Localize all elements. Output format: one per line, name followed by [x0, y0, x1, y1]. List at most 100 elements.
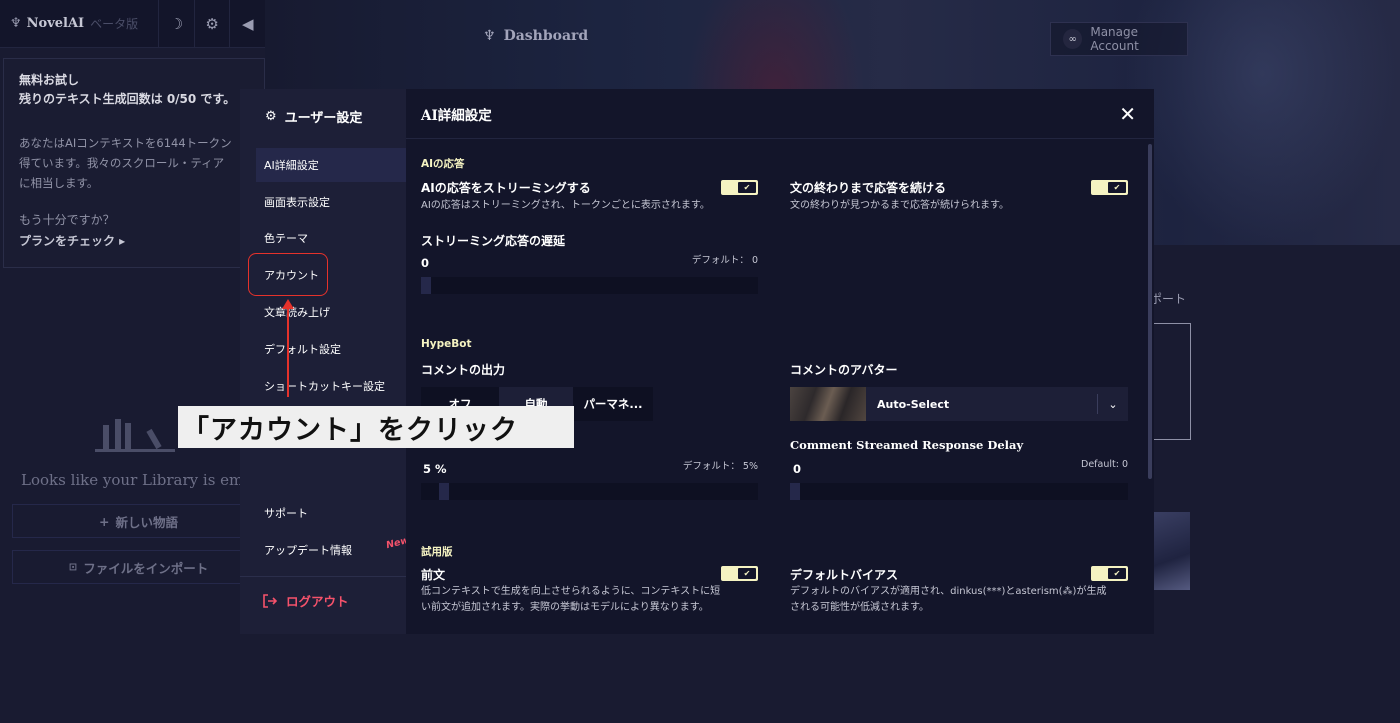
comment-output-title: コメントの出力	[421, 363, 506, 377]
gear-icon: ⚙	[265, 109, 277, 124]
novelai-logo-icon: ♆	[10, 16, 22, 31]
support-panel	[1150, 323, 1191, 440]
chevron-down-icon: ⌄	[1108, 397, 1118, 411]
comment-freq-value: 5 %	[423, 462, 447, 476]
nav-color-theme[interactable]: 色テーマ	[256, 221, 406, 255]
nav-ai-settings[interactable]: AI詳細設定	[256, 148, 406, 182]
settings-scrollbar[interactable]	[1148, 144, 1152, 479]
comment-delay-value: 0	[793, 462, 802, 476]
settings-sidebar-title: ⚙ ユーザー設定	[265, 109, 363, 126]
logout-icon	[263, 593, 278, 608]
annotation-arrow-line	[287, 307, 289, 397]
preamble-title: 前文	[421, 568, 446, 582]
default-bias-desc-line2: される可能性が低減されます。	[790, 602, 929, 613]
preamble-toggle[interactable]: ✔	[721, 566, 758, 581]
nav-default-settings[interactable]: デフォルト設定	[256, 332, 406, 366]
preamble-desc: 低コンテキストで生成を向上させられるように、コンテキストに短 い前文が追加されま…	[421, 584, 761, 616]
delay-slider-thumb[interactable]	[421, 277, 431, 294]
import-icon: ⊡	[68, 561, 78, 573]
delay-title: ストリーミング応答の遅延	[421, 234, 566, 248]
comment-freq-default: デフォルト： 5%	[682, 461, 758, 472]
nav-display-settings[interactable]: 画面表示設定	[256, 185, 406, 219]
continue-title: 文の終わりまで応答を続ける	[790, 181, 947, 195]
nav-update-info-label: アップデート情報	[264, 544, 352, 557]
preamble-desc-line2: い前文が追加されます。実際の挙動はモデルにより異なります。	[421, 602, 709, 613]
continue-toggle[interactable]: ✔	[1091, 180, 1128, 195]
section-trial: 試用版	[421, 546, 453, 558]
trial-question: もう十分ですか？	[19, 213, 115, 227]
brand[interactable]: ♆ NovelAI ベータ版	[0, 0, 158, 47]
comment-delay-default: Default: 0	[1081, 459, 1128, 470]
user-settings-modal: ⚙ ユーザー設定 AI詳細設定 画面表示設定 色テーマ アカウント 文章読み上げ…	[240, 89, 1154, 634]
delay-default: デフォルト： 0	[691, 255, 758, 266]
delay-value: 0	[421, 256, 430, 270]
plus-icon: +	[99, 513, 110, 529]
check-icon: ✔	[738, 182, 756, 193]
check-icon: ✔	[1108, 182, 1126, 193]
trial-desc-line2: 得ています。我々のスクロール・ティア	[19, 156, 225, 170]
comment-avatar-select[interactable]: Auto-Select ⌄	[790, 387, 1128, 421]
streaming-desc: AIの応答はストリーミングされ、トークンごとに表示されます。	[421, 200, 710, 211]
settings-button[interactable]: ⚙	[193, 0, 230, 48]
trial-desc-line3: に相当します。	[19, 176, 99, 190]
avatar-preview-image	[790, 387, 866, 421]
moon-icon: ☽	[169, 14, 184, 33]
continue-desc: 文の終わりが見つかるまで応答が続けられます。	[790, 200, 1009, 211]
sidebar-divider	[240, 576, 406, 577]
nav-shortcut-keys[interactable]: ショートカットキー設定	[256, 369, 406, 403]
check-icon: ✔	[1108, 568, 1126, 579]
logout-label: ログアウト	[286, 594, 349, 609]
account-highlight-box	[248, 253, 328, 296]
streaming-toggle[interactable]: ✔	[721, 180, 758, 195]
brand-beta-label: ベータ版	[90, 17, 139, 31]
comment-output-permanent[interactable]: パーマネ...	[573, 387, 653, 421]
nav-text-to-speech[interactable]: 文章読み上げ	[256, 295, 406, 329]
settings-sidebar: ⚙ ユーザー設定 AI詳細設定 画面表示設定 色テーマ アカウント 文章読み上げ…	[240, 89, 414, 634]
default-bias-desc-line1: デフォルトのバイアスが適用され、dinkus(***)とasterism(⁂)が…	[790, 586, 1107, 597]
import-file-button[interactable]: ⊡ ファイルをインポート	[12, 550, 265, 584]
nav-update-info[interactable]: アップデート情報 New!	[256, 533, 414, 567]
streaming-title: AIの応答をストリーミングする	[421, 181, 591, 195]
settings-main-panel: AI詳細設定 ✕ AIの応答 AIの応答をストリーミングする AIの応答はストリ…	[406, 89, 1154, 634]
novelai-logo-icon: ♆	[483, 28, 496, 44]
manage-account-label: Manage Account	[1090, 25, 1139, 53]
nav-support[interactable]: サポート	[256, 496, 406, 530]
default-bias-title: デフォルトバイアス	[790, 568, 899, 582]
trial-title: 無料お試し	[19, 73, 80, 87]
empty-library-illustration-icon	[95, 418, 175, 454]
theme-toggle-button[interactable]: ☽	[158, 0, 194, 48]
close-icon: ✕	[1119, 102, 1136, 126]
trial-desc-line1: あなたはAIコンテキストを6144トークン	[19, 136, 232, 150]
delay-slider[interactable]	[421, 277, 758, 294]
logout-button[interactable]: ログアウト	[262, 591, 349, 610]
brand-name: NovelAI	[26, 16, 85, 31]
collapse-sidebar-button[interactable]: ◀	[229, 0, 265, 48]
section-hypebot: HypeBot	[421, 338, 472, 350]
avatar-select-value: Auto-Select	[877, 397, 950, 411]
dashboard-title: ♆ Dashboard	[483, 28, 589, 44]
comment-delay-title: Comment Streamed Response Delay	[790, 438, 1024, 452]
section-ai-response: AIの応答	[421, 158, 465, 170]
top-bar: ♆ NovelAI ベータ版 ☽ ⚙ ◀	[0, 0, 265, 48]
comment-freq-slider[interactable]	[421, 483, 758, 500]
check-icon: ✔	[738, 568, 756, 579]
support-label: ポート	[1150, 292, 1187, 306]
empty-library-text: Looks like your Library is empty	[21, 471, 268, 489]
caret-left-icon: ◀	[241, 14, 254, 33]
manage-account-button[interactable]: ∞ Manage Account	[1050, 22, 1188, 56]
comment-freq-slider-thumb[interactable]	[439, 483, 449, 500]
trial-info-box: 無料お試し 残りのテキスト生成回数は 0/50 です。 あなたはAIコンテキスト…	[3, 58, 265, 268]
comment-delay-slider-thumb[interactable]	[790, 483, 800, 500]
comment-avatar-title: コメントのアバター	[790, 363, 898, 377]
close-modal-button[interactable]: ✕	[1119, 102, 1136, 126]
comment-delay-slider[interactable]	[790, 483, 1128, 500]
trial-remaining: 残りのテキスト生成回数は 0/50 です。	[19, 92, 236, 106]
gear-icon: ⚙	[205, 14, 219, 33]
instruction-annotation: 「アカウント」をクリック	[178, 406, 574, 448]
new-story-button[interactable]: + 新しい物語	[12, 504, 265, 538]
default-bias-toggle[interactable]: ✔	[1091, 566, 1128, 581]
default-bias-desc: デフォルトのバイアスが適用され、dinkus(***)とasterism(⁂)が…	[790, 584, 1130, 616]
check-plans-link[interactable]: プランをチェック ▸	[19, 232, 249, 249]
preamble-desc-line1: 低コンテキストで生成を向上させられるように、コンテキストに短	[421, 586, 721, 597]
account-avatar-icon: ∞	[1063, 29, 1083, 49]
